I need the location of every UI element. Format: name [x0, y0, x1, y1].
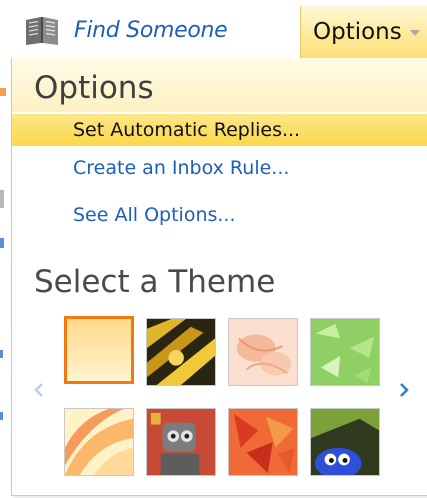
theme-section-title: Select a Theme: [34, 264, 276, 300]
book-icon: [24, 14, 60, 46]
theme-yellow-black-pattern[interactable]: [146, 318, 216, 386]
menu-header: Options: [12, 58, 427, 112]
chevron-right-icon[interactable]: [397, 380, 411, 400]
theme-robot-character[interactable]: [146, 408, 216, 476]
theme-red-maple-leaves[interactable]: [228, 408, 298, 476]
theme-green-leaves[interactable]: [310, 318, 380, 386]
background-edge-mark: [0, 238, 4, 248]
background-edge-mark: [0, 190, 4, 208]
chevron-down-icon: [409, 30, 420, 36]
create-inbox-rule-item[interactable]: Create an Inbox Rule...: [12, 152, 427, 184]
background-edge-mark: [0, 88, 6, 96]
theme-blue-creature[interactable]: [310, 408, 380, 476]
see-all-options-item[interactable]: See All Options...: [12, 199, 427, 231]
menu-title: Options: [34, 70, 154, 106]
chevron-left-icon[interactable]: [32, 380, 46, 400]
background-edge-mark: [0, 412, 3, 420]
top-bar: Find Someone Options: [0, 0, 427, 58]
find-someone-button[interactable]: Find Someone: [24, 12, 228, 48]
theme-peach-floral[interactable]: [228, 318, 298, 386]
options-dropdown-menu: Options Set Automatic Replies... Create …: [11, 58, 427, 496]
options-tab-label: Options: [313, 19, 402, 45]
find-someone-label: Find Someone: [74, 17, 228, 43]
background-edge-mark: [0, 350, 3, 358]
theme-sunny-gradient[interactable]: [64, 316, 134, 384]
set-automatic-replies-item[interactable]: Set Automatic Replies...: [12, 114, 427, 146]
theme-sunburst-swirl[interactable]: [64, 408, 134, 476]
options-menu-screen: Find Someone Options Options Set Automat…: [0, 0, 427, 498]
options-tab[interactable]: Options: [300, 6, 427, 58]
